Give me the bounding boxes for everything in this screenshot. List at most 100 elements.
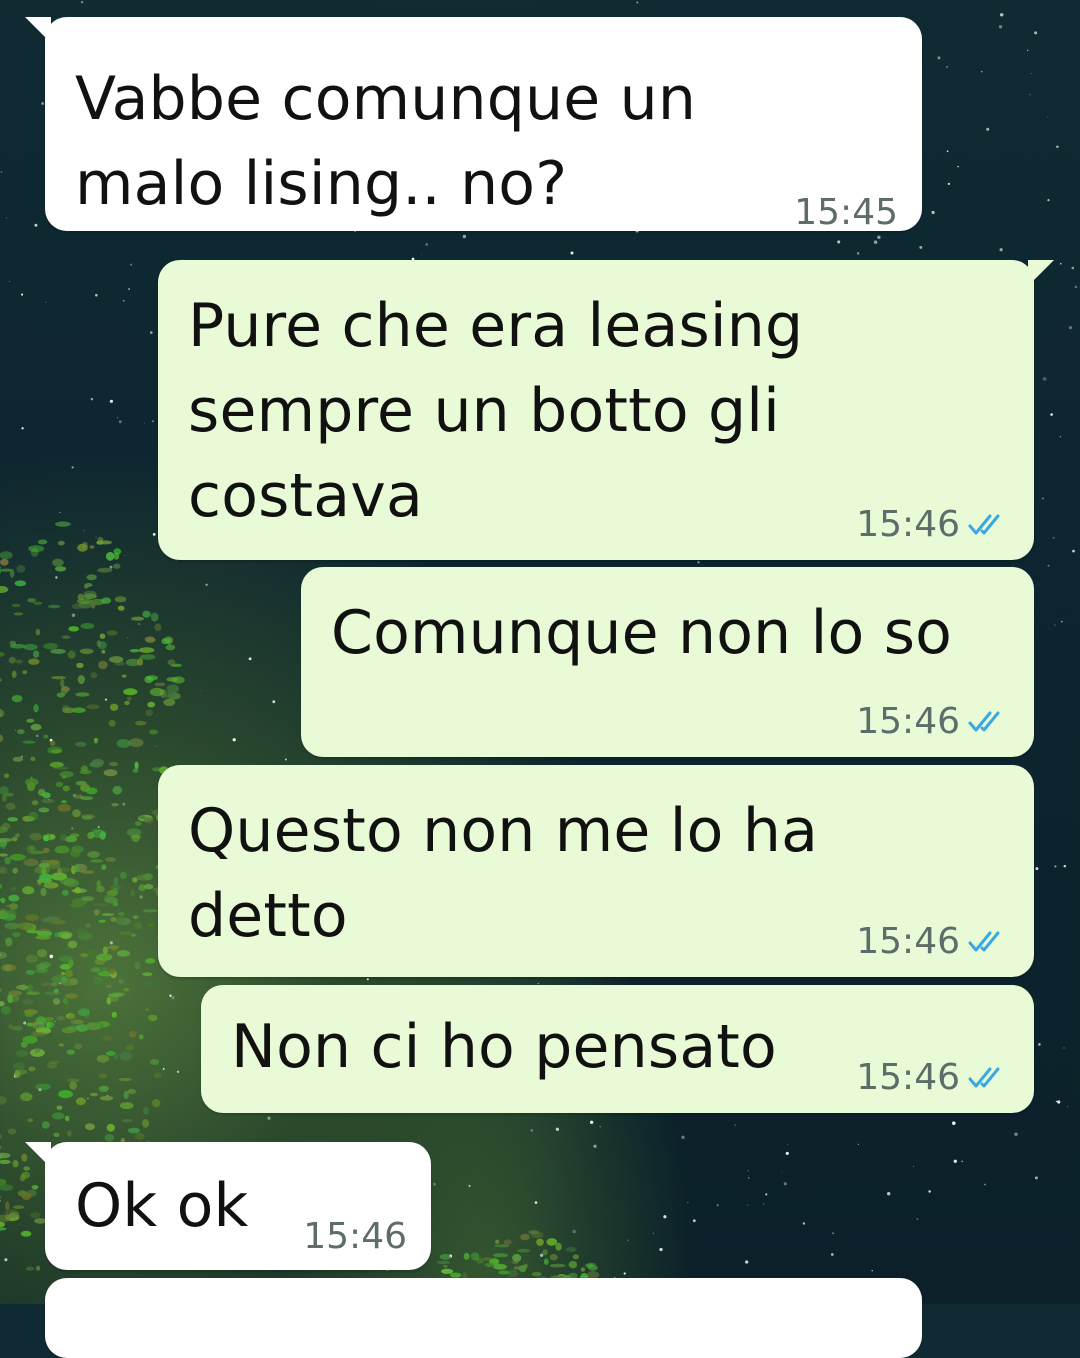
leaf xyxy=(57,1106,63,1110)
leaf xyxy=(68,650,76,658)
leaf xyxy=(1,867,8,874)
star xyxy=(433,1183,436,1186)
leaf xyxy=(122,675,127,678)
leaf xyxy=(124,701,129,705)
star xyxy=(123,300,125,302)
leaf xyxy=(129,738,144,747)
message-bubble-incoming-partial[interactable] xyxy=(45,1278,922,1358)
leaf xyxy=(96,953,112,960)
leaf xyxy=(0,1184,13,1191)
leaf xyxy=(142,972,152,976)
star xyxy=(119,420,122,423)
leaf xyxy=(149,730,158,735)
leaf xyxy=(139,647,154,653)
leaf xyxy=(9,657,16,664)
leaf xyxy=(62,775,66,779)
leaf xyxy=(166,677,178,682)
leaf xyxy=(12,868,18,874)
leaf xyxy=(75,887,81,893)
leaf xyxy=(118,979,124,983)
leaf xyxy=(546,1238,557,1246)
leaf xyxy=(87,704,100,709)
star xyxy=(857,252,859,254)
leaf xyxy=(493,1253,508,1257)
leaf xyxy=(135,721,146,726)
star xyxy=(45,302,46,303)
star xyxy=(745,1260,748,1263)
star xyxy=(984,1184,986,1186)
star xyxy=(748,1170,749,1171)
leaf xyxy=(113,902,118,907)
star xyxy=(367,978,369,980)
leaf xyxy=(30,1212,40,1218)
leaf xyxy=(471,1252,479,1260)
star xyxy=(95,294,98,297)
star xyxy=(1038,1043,1041,1046)
leaf xyxy=(78,675,85,684)
message-time: 15:45 xyxy=(794,193,898,233)
star xyxy=(1048,565,1050,567)
leaf xyxy=(61,800,67,803)
star xyxy=(938,56,941,59)
leaf xyxy=(62,890,69,896)
leaf xyxy=(38,789,45,796)
star xyxy=(1072,550,1075,553)
star xyxy=(1050,413,1053,416)
star xyxy=(98,826,100,828)
leaf xyxy=(531,1232,544,1239)
leaf xyxy=(69,1081,77,1090)
star xyxy=(144,423,145,424)
leaf xyxy=(0,559,9,566)
message-bubble-incoming[interactable]: Vabbe comunque un malo lising.. no? 15:4… xyxy=(45,17,922,231)
star xyxy=(1054,865,1056,867)
star xyxy=(735,1124,736,1125)
leaf xyxy=(0,586,8,593)
leaf xyxy=(148,923,154,927)
message-bubble-outgoing[interactable]: Comunque non lo so 15:46 xyxy=(301,567,1034,757)
leaf xyxy=(581,1267,585,1271)
leaf xyxy=(62,786,69,792)
star xyxy=(981,71,983,73)
leaf xyxy=(42,1121,50,1129)
star xyxy=(105,699,107,701)
leaf xyxy=(5,937,12,946)
star xyxy=(1060,436,1061,437)
leaf xyxy=(120,872,127,879)
message-bubble-outgoing[interactable]: Questo non me lo ha detto 15:46 xyxy=(158,765,1034,977)
leaf xyxy=(0,1134,2,1139)
leaf xyxy=(127,697,131,701)
leaf xyxy=(566,1247,576,1252)
leaf xyxy=(135,821,142,826)
leaf xyxy=(15,580,27,586)
message-meta: 15:46 xyxy=(856,505,1010,545)
star xyxy=(124,555,125,556)
leaf xyxy=(23,859,38,867)
star xyxy=(952,1121,956,1125)
leaf xyxy=(106,985,112,988)
leaf xyxy=(99,1086,109,1092)
leaf xyxy=(76,1098,86,1106)
star xyxy=(1072,267,1075,270)
star xyxy=(205,584,207,586)
leaf xyxy=(145,958,155,964)
leaf xyxy=(134,962,140,970)
leaf xyxy=(142,909,158,912)
leaf xyxy=(26,954,38,963)
star xyxy=(887,1192,890,1195)
star xyxy=(948,183,950,185)
leaf xyxy=(550,1264,566,1268)
leaf xyxy=(10,641,17,646)
star xyxy=(468,1185,470,1187)
star xyxy=(34,224,37,227)
leaf xyxy=(84,585,89,589)
message-bubble-incoming[interactable]: Ok ok 15:46 xyxy=(45,1142,431,1270)
message-bubble-outgoing[interactable]: Non ci ho pensato 15:46 xyxy=(201,985,1034,1113)
leaf xyxy=(146,675,158,680)
leaf xyxy=(70,849,81,858)
leaf xyxy=(36,1266,40,1271)
leaf xyxy=(52,1112,65,1119)
leaf xyxy=(109,762,118,766)
message-bubble-outgoing[interactable]: Pure che era leasing sempre un botto gli… xyxy=(158,260,1034,560)
leaf xyxy=(498,1270,509,1274)
star xyxy=(9,281,10,282)
